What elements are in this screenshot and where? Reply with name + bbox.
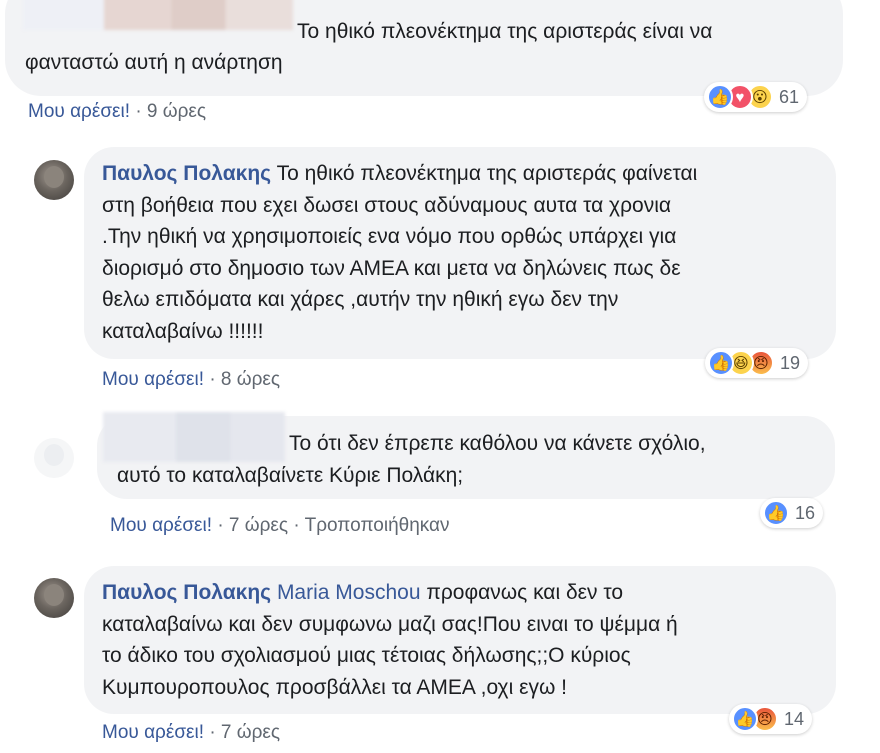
comment-meta: Μου αρέσει! · 9 ώρες [28,101,206,123]
reaction-count: 14 [784,708,805,729]
separator: · [293,515,300,536]
comment-text-line: το άδικο του σχολιασμού μιας τέτοιας δήλ… [102,644,631,667]
like-reaction-icon: 👍 [763,500,789,526]
timestamp[interactable]: 9 ώρες [147,101,206,122]
like-reaction-icon: 👍 [732,706,758,732]
comment-text-line: Κυμπουροπουλος προσβάλλει τα ΑΜΕΑ ,οχι ε… [102,675,568,699]
redacted-name [103,412,285,462]
like-reaction-icon: 👍 [707,84,733,110]
avatar[interactable] [34,438,74,478]
reaction-summary[interactable]: 👍 ♥ 😮 61 [704,82,808,112]
like-reaction-icon: 👍 [708,350,734,376]
comment-text-line: θελω επιδόματα και χάρες ,αυτήν την ηθικ… [102,288,619,311]
reaction-count: 61 [779,86,800,107]
comment-text: προφανως και δεν το [426,581,624,604]
comment-text-line: διορισμό στο δημοσιο των ΑΜΕΑ και μετα ν… [102,256,681,280]
comment-text-line: Το ότι δεν έπρεπε καθόλου να κάνετε σχόλ… [289,432,706,455]
avatar[interactable] [34,578,74,618]
timestamp[interactable]: 8 ώρες [221,369,280,390]
avatar[interactable] [34,160,74,200]
reaction-count: 16 [795,502,816,523]
mention-link[interactable]: Maria Moschou [277,581,421,604]
comment-text-line: καταλαβαίνω !!!!!! [102,319,264,343]
comment-text-line: φανταστώ αυτή η ανάρτηση [25,51,283,74]
like-link[interactable]: Μου αρέσει! [28,101,130,122]
comment-bubble: Το ότι δεν έπρεπε καθόλου να κάνετε σχόλ… [97,412,835,499]
comment-meta: Μου αρέσει! · 7 ώρες · Τροποποιήθηκαν [110,515,450,537]
comment-meta: Μου αρέσει! · 8 ώρες [102,369,280,391]
separator: · [209,722,216,743]
reaction-summary[interactable]: 👍 😠 14 [729,704,813,734]
comment-text-line: Παυλος Πολακης Το ηθικό πλεονέκτημα της … [102,158,816,190]
comment-text-line: .Την ηθική να χρησιμοποιείς ενα νόμο που… [102,225,677,248]
timestamp[interactable]: 7 ώρες [229,515,288,536]
comment-text-line: στη βοήθεια που εχει δωσει στους αδύναμο… [102,193,672,217]
comment-text-line: Παυλος Πολακης Maria Moschou προφανως κα… [102,577,816,609]
reaction-count: 19 [780,352,801,373]
edited-label[interactable]: Τροποποιήθηκαν [305,515,450,536]
author-name[interactable]: Παυλος Πολακης [102,162,271,185]
like-link[interactable]: Μου αρέσει! [110,515,212,536]
separator: · [209,369,216,390]
comment-bubble: Παυλος Πολακης Το ηθικό πλεονέκτημα της … [84,147,836,359]
comment-text-line: καταλαβαίνω και δεν συμφωνω μαζι σας!Που… [102,612,678,636]
comment-text-line: Το ηθικό πλεονέκτημα της αριστεράς είναι… [297,20,713,43]
separator: · [135,101,142,122]
author-name[interactable]: Παυλος Πολακης [102,581,271,604]
comment-bubble: Παυλος Πολακης Maria Moschou προφανως κα… [84,566,836,714]
separator: · [217,515,224,536]
timestamp[interactable]: 7 ώρες [221,722,280,743]
like-link[interactable]: Μου αρέσει! [102,722,204,743]
comment-meta: Μου αρέσει! · 7 ώρες [102,722,280,744]
redacted-name [23,0,293,30]
comment-text: Το ηθικό πλεονέκτημα της αριστεράς φαίνε… [276,162,698,185]
comment-text-line: αυτό το καταλαβαίνετε Κύριε Πολάκη; [117,464,464,487]
reaction-summary[interactable]: 👍 16 [760,498,824,528]
reaction-summary[interactable]: 👍 😆 😠 19 [705,348,809,378]
like-link[interactable]: Μου αρέσει! [102,369,204,390]
